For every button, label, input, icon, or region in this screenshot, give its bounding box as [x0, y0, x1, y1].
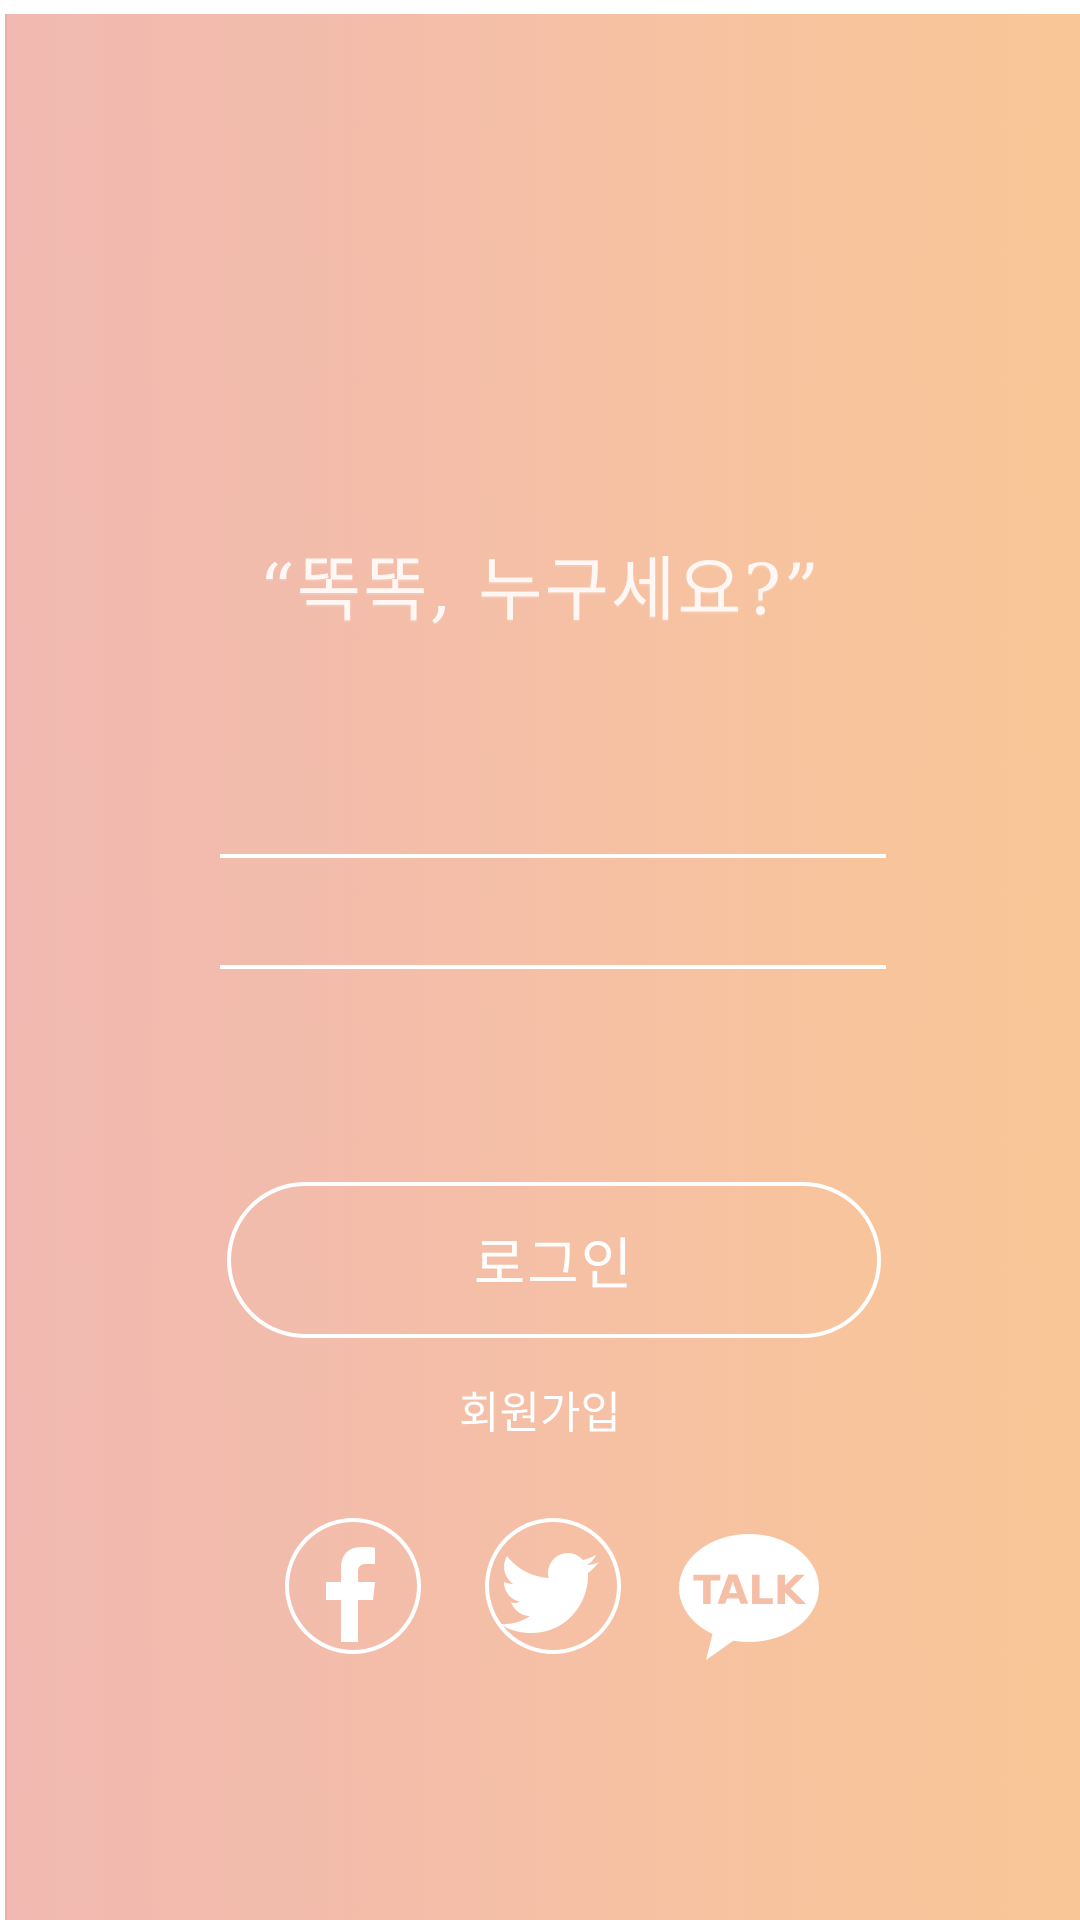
password-field-wrapper	[220, 913, 886, 973]
facebook-icon	[285, 1518, 421, 1654]
signup-link[interactable]: 회원가입	[0, 1384, 1080, 1444]
id-field-wrapper	[220, 802, 886, 862]
facebook-login-button[interactable]	[283, 1516, 423, 1656]
signup-link-label: 회원가입	[459, 1388, 621, 1439]
kakao-talk-text: TALK	[693, 1568, 807, 1614]
login-button-label: 로그인	[473, 1232, 635, 1298]
login-button[interactable]: 로그인	[227, 1182, 881, 1338]
password-input[interactable]	[220, 913, 886, 969]
twitter-icon	[485, 1518, 621, 1654]
page-title: “똑똑, 누구세요?”	[258, 549, 821, 631]
kakaotalk-icon: TALK	[679, 1534, 819, 1660]
kakaotalk-login-button[interactable]: TALK	[678, 1532, 820, 1662]
id-input[interactable]	[220, 802, 886, 858]
twitter-login-button[interactable]	[483, 1516, 623, 1656]
